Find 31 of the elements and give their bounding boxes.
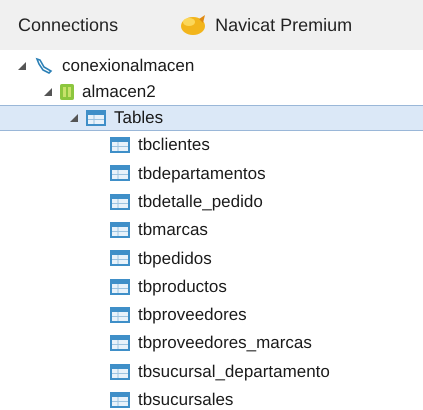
database-icon xyxy=(60,84,74,100)
expand-triangle-icon[interactable] xyxy=(70,114,78,122)
table-icon xyxy=(110,364,130,380)
tree-item[interactable]: tbproveedores_marcas xyxy=(0,329,423,358)
tree-item[interactable]: tbpedidos xyxy=(0,244,423,272)
table-icon xyxy=(110,278,130,295)
table-icon xyxy=(110,392,130,408)
tree-item[interactable]: tbsucursal_departamento xyxy=(0,357,423,386)
table-icon xyxy=(110,165,130,182)
table-icon xyxy=(110,306,130,323)
tree-item[interactable]: tbsucursales xyxy=(0,386,423,410)
tree-item[interactable]: tbclientes xyxy=(0,131,423,160)
tree-item[interactable]: tbproveedores xyxy=(0,300,423,330)
table-icon xyxy=(110,335,130,352)
tree-item[interactable]: tbmarcas xyxy=(0,216,423,244)
expand-triangle-icon[interactable] xyxy=(18,62,26,70)
expand-triangle-icon[interactable] xyxy=(44,88,52,96)
header-tab[interactable]: Navicat Premium xyxy=(171,5,360,45)
tree-item[interactable]: Tables xyxy=(0,105,423,131)
tree-item[interactable]: conexionalmacen xyxy=(0,53,423,79)
app-logo-icon xyxy=(179,13,208,37)
table-icon xyxy=(110,137,130,154)
header-tab[interactable]: Connections xyxy=(10,5,126,45)
tree-item[interactable]: almacen2 xyxy=(0,79,423,105)
table-icon xyxy=(110,250,130,266)
tree-item[interactable]: tbproductos xyxy=(0,272,423,301)
tree-item[interactable]: tbdetalle_pedido xyxy=(0,188,423,216)
tree-item[interactable]: tbdepartamentos xyxy=(0,159,423,188)
table-icon xyxy=(86,110,106,126)
table-icon xyxy=(110,222,130,238)
table-icon xyxy=(110,194,130,210)
